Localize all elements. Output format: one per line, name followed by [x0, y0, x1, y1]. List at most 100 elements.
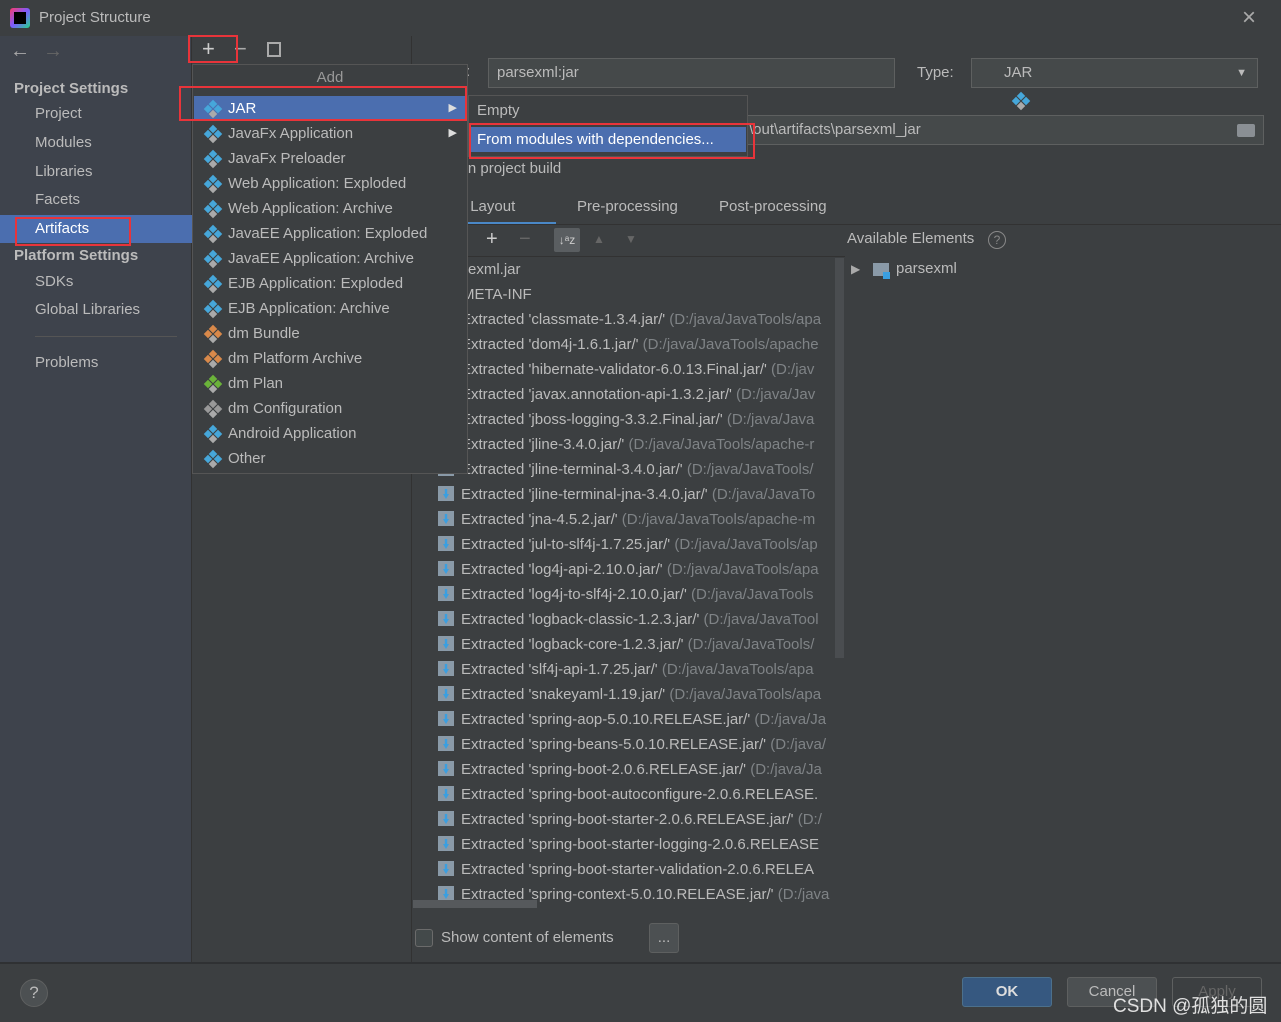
- row-name: Extracted 'jline-terminal-jna-3.4.0.jar/…: [461, 486, 708, 503]
- sidebar-item-problems[interactable]: Problems: [35, 349, 98, 377]
- row-name: Extracted 'log4j-api-2.10.0.jar/': [461, 561, 663, 578]
- menu-item-android-application[interactable]: Android Application: [194, 421, 467, 446]
- menu-item-dm-configuration[interactable]: dm Configuration: [194, 396, 467, 421]
- row-name: Extracted 'slf4j-api-1.7.25.jar/': [461, 661, 658, 678]
- layout-tree-row[interactable]: Extracted 'javax.annotation-api-1.3.2.ja…: [438, 382, 846, 407]
- layout-remove-icon[interactable]: −: [519, 228, 531, 251]
- layout-tree-row[interactable]: Extracted 'spring-boot-autoconfigure-2.0…: [438, 782, 846, 807]
- copy-icon[interactable]: [267, 42, 281, 57]
- menu-item-web-application-archive[interactable]: Web Application: Archive: [194, 196, 467, 221]
- layout-tree-row[interactable]: Extracted 'jline-terminal-3.4.0.jar/' (D…: [438, 457, 846, 482]
- menu-item-dm-platform-archive[interactable]: dm Platform Archive: [194, 346, 467, 371]
- layout-tree-row[interactable]: Extracted 'spring-beans-5.0.10.RELEASE.j…: [438, 732, 846, 757]
- help-button[interactable]: ?: [20, 979, 48, 1007]
- add-button[interactable]: +: [202, 36, 215, 62]
- extracted-jar-icon: [438, 586, 454, 601]
- sidebar-item-sdks[interactable]: SDKs: [35, 268, 73, 296]
- help-icon[interactable]: ?: [988, 231, 1006, 249]
- row-name: Extracted 'spring-beans-5.0.10.RELEASE.j…: [461, 736, 767, 753]
- layout-tree-row[interactable]: Extracted 'log4j-to-slf4j-2.10.0.jar/' (…: [438, 582, 846, 607]
- layout-tree-row[interactable]: Extracted 'snakeyaml-1.19.jar/' (D:/java…: [438, 682, 846, 707]
- layout-tree-row[interactable]: Extracted 'spring-boot-starter-logging-2…: [438, 832, 846, 857]
- layout-tree-row[interactable]: Extracted 'spring-boot-2.0.6.RELEASE.jar…: [438, 757, 846, 782]
- row-name: exml.jar: [468, 261, 521, 278]
- move-down-icon[interactable]: ▼: [625, 232, 637, 246]
- available-item-parsexml[interactable]: parsexml: [896, 260, 957, 277]
- layout-tree-row[interactable]: Extracted 'classmate-1.3.4.jar/' (D:/jav…: [438, 307, 846, 332]
- layout-tree-row[interactable]: Extracted 'slf4j-api-1.7.25.jar/' (D:/ja…: [438, 657, 846, 682]
- sort-icon[interactable]: ↓ᵃz: [554, 228, 580, 252]
- menu-item-dm-bundle[interactable]: dm Bundle: [194, 321, 467, 346]
- layout-tree-row[interactable]: Extracted 'jline-3.4.0.jar/' (D:/java/Ja…: [438, 432, 846, 457]
- menu-item-from-modules[interactable]: From modules with dependencies...: [470, 127, 746, 152]
- layout-add-icon[interactable]: +: [486, 228, 498, 251]
- menu-item-web-application-exploded[interactable]: Web Application: Exploded: [194, 171, 467, 196]
- row-name: Extracted 'log4j-to-slf4j-2.10.0.jar/': [461, 586, 687, 603]
- extracted-jar-icon: [438, 486, 454, 501]
- close-icon[interactable]: ×: [1242, 4, 1256, 32]
- menu-item-label: JAR: [228, 100, 257, 117]
- row-name: META-INF: [462, 286, 532, 303]
- row-path: (D:/java: [773, 886, 830, 903]
- more-button[interactable]: ...: [649, 923, 679, 953]
- sidebar-item-global-libraries[interactable]: Global Libraries: [35, 296, 140, 324]
- menu-item-label: EJB Application: Exploded: [228, 275, 404, 292]
- extracted-jar-icon: [438, 786, 454, 801]
- layout-tree-row[interactable]: exml.jar: [468, 257, 876, 282]
- forward-arrow-icon[interactable]: →: [43, 40, 63, 63]
- layout-tree-row[interactable]: Extracted 'jline-terminal-jna-3.4.0.jar/…: [438, 482, 846, 507]
- layout-tree-row[interactable]: Extracted 'log4j-api-2.10.0.jar/' (D:/ja…: [438, 557, 846, 582]
- layout-tree-row[interactable]: Extracted 'hibernate-validator-6.0.13.Fi…: [438, 357, 846, 382]
- type-value: JAR: [1004, 64, 1033, 81]
- sidebar-item-modules[interactable]: Modules: [35, 129, 92, 157]
- menu-item-javafx-application[interactable]: JavaFx Application ▶: [194, 121, 467, 146]
- menu-item-javaee-application-archive[interactable]: JavaEE Application: Archive: [194, 246, 467, 271]
- menu-item-dm-plan[interactable]: dm Plan: [194, 371, 467, 396]
- tab-pre-processing[interactable]: Pre-processing: [577, 198, 678, 215]
- sidebar-item-project[interactable]: Project: [35, 100, 82, 128]
- tab-post-processing[interactable]: Post-processing: [719, 198, 827, 215]
- javafx-icon: [203, 149, 223, 169]
- menu-item-label: From modules with dependencies...: [477, 131, 714, 148]
- layout-tree-row[interactable]: Extracted 'jna-4.5.2.jar/' (D:/java/Java…: [438, 507, 846, 532]
- layout-tree-row[interactable]: Extracted 'dom4j-1.6.1.jar/' (D:/java/Ja…: [438, 332, 846, 357]
- move-up-icon[interactable]: ▲: [593, 232, 605, 246]
- remove-button[interactable]: −: [234, 36, 247, 62]
- layout-tree-row[interactable]: META-INF: [462, 282, 870, 307]
- menu-item-jar[interactable]: JAR ▶: [194, 96, 467, 121]
- horizontal-scrollbar[interactable]: [413, 900, 537, 908]
- menu-item-empty[interactable]: Empty: [470, 98, 746, 123]
- menu-item-javaee-application-exploded[interactable]: JavaEE Application: Exploded: [194, 221, 467, 246]
- menu-item-label: Web Application: Archive: [228, 200, 393, 217]
- type-label: Type:: [917, 64, 954, 81]
- sidebar-item-artifacts[interactable]: Artifacts: [35, 215, 89, 243]
- show-content-checkbox[interactable]: [415, 929, 433, 947]
- name-input[interactable]: parsexml:jar: [488, 58, 895, 88]
- layout-tree-row[interactable]: Extracted 'logback-classic-1.2.3.jar/' (…: [438, 607, 846, 632]
- layout-tree-row[interactable]: Extracted 'spring-aop-5.0.10.RELEASE.jar…: [438, 707, 846, 732]
- layout-tree-row[interactable]: Extracted 'jul-to-slf4j-1.7.25.jar/' (D:…: [438, 532, 846, 557]
- sidebar-item-libraries[interactable]: Libraries: [35, 158, 93, 186]
- row-name: Extracted 'spring-boot-2.0.6.RELEASE.jar…: [461, 761, 747, 778]
- layout-tree-row[interactable]: Extracted 'jboss-logging-3.3.2.Final.jar…: [438, 407, 846, 432]
- project-settings-heading: Project Settings: [14, 80, 129, 97]
- menu-item-ejb-application-exploded[interactable]: EJB Application: Exploded: [194, 271, 467, 296]
- menu-item-other[interactable]: Other: [194, 446, 467, 471]
- layout-tree-row[interactable]: Extracted 'spring-boot-starter-2.0.6.REL…: [438, 807, 846, 832]
- title-bar: Project Structure ×: [0, 0, 1281, 36]
- folder-icon[interactable]: [1237, 124, 1255, 137]
- layout-tree-row[interactable]: Extracted 'logback-core-1.2.3.jar/' (D:/…: [438, 632, 846, 657]
- menu-item-javafx-preloader[interactable]: JavaFx Preloader: [194, 146, 467, 171]
- ok-button[interactable]: OK: [962, 977, 1052, 1007]
- expand-arrow-icon[interactable]: ▶: [851, 262, 860, 276]
- web-icon: [203, 174, 223, 194]
- layout-tree-row[interactable]: Extracted 'spring-boot-starter-validatio…: [438, 857, 846, 882]
- back-arrow-icon[interactable]: ←: [10, 40, 30, 63]
- menu-item-label: JavaEE Application: Exploded: [228, 225, 428, 242]
- menu-item-label: Other: [228, 450, 266, 467]
- type-select[interactable]: JAR ▼: [971, 58, 1258, 111]
- sidebar-item-artifacts-selected[interactable]: [0, 215, 192, 243]
- row-path: (D:/java/JavaTools: [686, 586, 814, 603]
- menu-item-ejb-application-archive[interactable]: EJB Application: Archive: [194, 296, 467, 321]
- sidebar-item-facets[interactable]: Facets: [35, 186, 80, 214]
